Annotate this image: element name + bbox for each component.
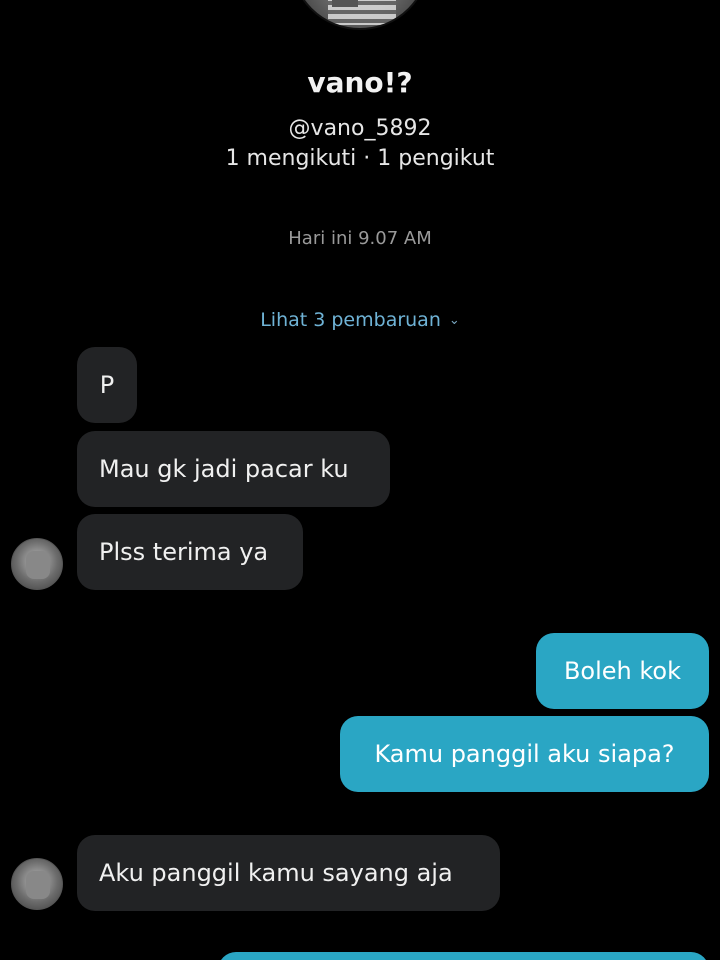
avatar-face-graphic (26, 871, 50, 899)
message-bubble-incoming[interactable]: P (77, 347, 137, 423)
message-text: Plss terima ya (99, 538, 269, 566)
message-text: Mau gk jadi pacar ku (99, 455, 349, 483)
message-bubble-incoming[interactable]: Mau gk jadi pacar ku (77, 431, 390, 507)
message-text: Boleh kok (563, 657, 682, 685)
message-bubble-incoming[interactable]: Plss terima ya (77, 514, 303, 590)
message-text: Kamu panggil aku siapa? (374, 740, 675, 768)
message-bubble-outgoing[interactable]: Boleh kok (536, 633, 709, 709)
message-bubble-outgoing-partial[interactable] (218, 952, 709, 960)
profile-handle: @vano_5892 (288, 116, 432, 141)
avatar-flag-canton (332, 0, 358, 7)
sender-avatar[interactable] (11, 858, 63, 910)
profile-name[interactable]: vano!? (0, 66, 720, 99)
message-bubble-outgoing[interactable]: Kamu panggil aku siapa? (340, 716, 709, 792)
chat-timestamp: Hari ini 9.07 AM (288, 228, 432, 249)
message-text: Aku panggil kamu sayang aja (99, 859, 453, 887)
sender-avatar[interactable] (11, 538, 63, 590)
view-updates-link[interactable]: Lihat 3 pembaruan ⌄ (0, 309, 720, 331)
profile-avatar[interactable] (290, 0, 430, 30)
view-updates-label: Lihat 3 pembaruan (260, 309, 441, 331)
message-text: P (99, 371, 115, 399)
message-bubble-incoming[interactable]: Aku panggil kamu sayang aja (77, 835, 500, 911)
chevron-down-icon: ⌄ (448, 313, 460, 328)
profile-stats: 1 mengikuti · 1 pengikut (225, 146, 495, 171)
avatar-face-graphic (26, 551, 50, 579)
